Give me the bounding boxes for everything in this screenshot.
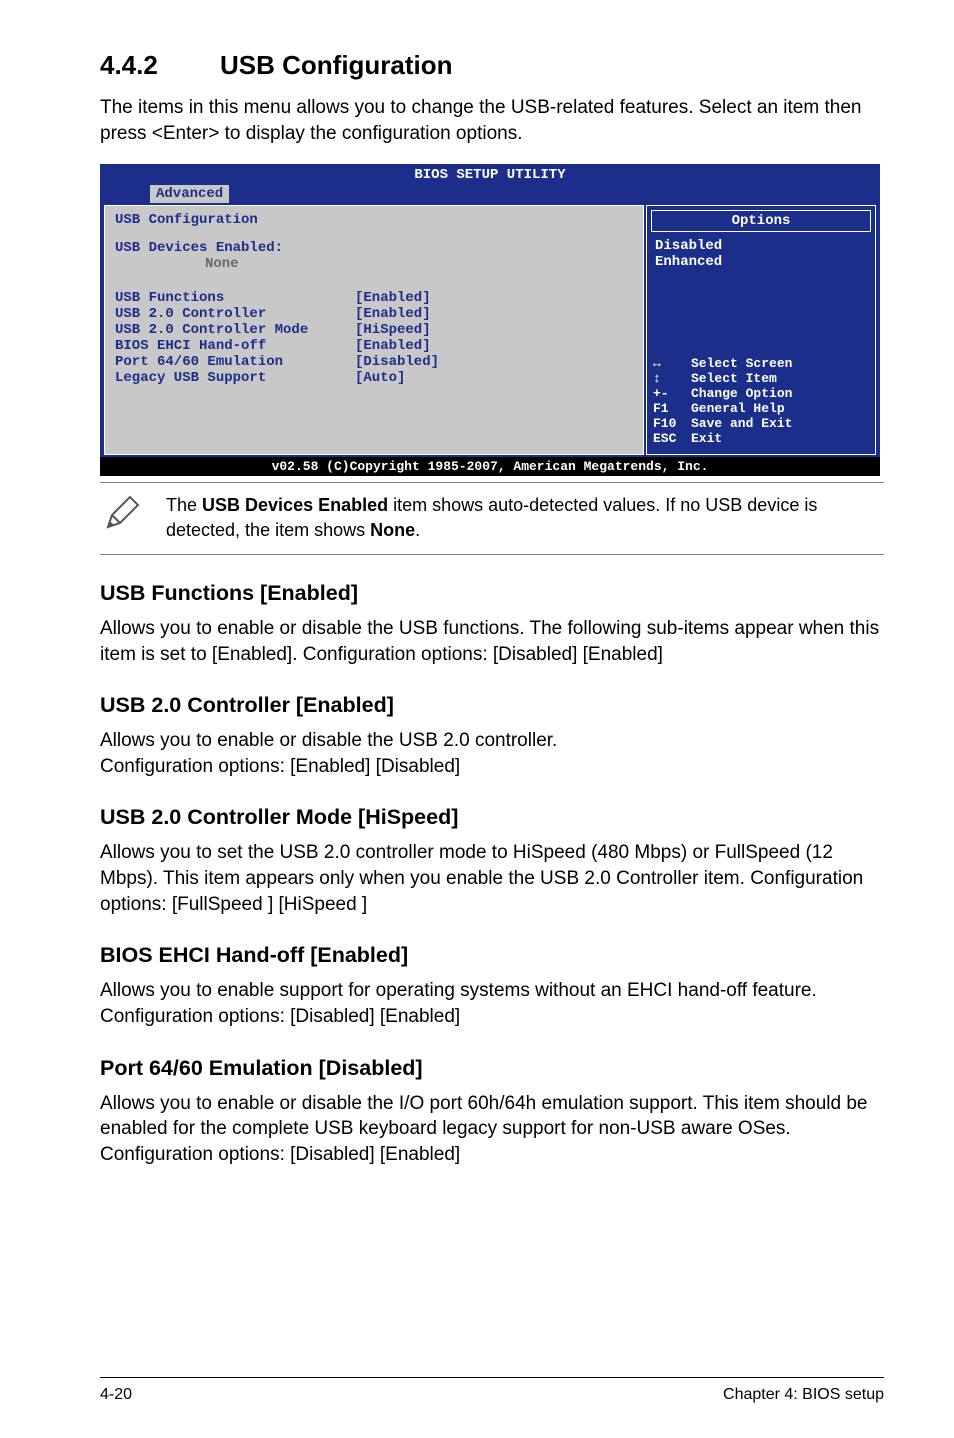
arrow-ud-icon: ↕ (653, 371, 691, 386)
subsection-heading: USB 2.0 Controller [Enabled] (100, 693, 884, 718)
bios-row-label: Port 64/60 Emulation (115, 354, 355, 370)
key-label: F1 (653, 401, 691, 416)
bios-row-label: USB 2.0 Controller Mode (115, 322, 355, 338)
help-text: Save and Exit (691, 416, 792, 431)
note-fragment: . (415, 520, 420, 540)
note-bold: None (370, 520, 415, 540)
subsection-text: Allows you to enable or disable the USB … (100, 728, 884, 779)
bios-options-header: Options (651, 210, 871, 232)
subsection-heading: Port 64/60 Emulation [Disabled] (100, 1056, 884, 1081)
key-label: ESC (653, 431, 691, 446)
page-number: 4-20 (100, 1386, 132, 1404)
bios-row-label: USB 2.0 Controller (115, 306, 355, 322)
bios-title: BIOS SETUP UTILITY (100, 164, 880, 185)
bios-row-value: [Auto] (355, 370, 405, 386)
section-title: USB Configuration (220, 50, 453, 80)
bios-help-keys: ↔Select Screen ↕Select Item +-Change Opt… (647, 356, 875, 454)
bios-panel: BIOS SETUP UTILITY Advanced USB Configur… (100, 164, 880, 476)
subsection-heading: USB Functions [Enabled] (100, 581, 884, 606)
bios-footer: v02.58 (C)Copyright 1985-2007, American … (100, 457, 880, 476)
bios-row-value: [Enabled] (355, 338, 431, 354)
subsection-heading: BIOS EHCI Hand-off [Enabled] (100, 943, 884, 968)
bios-row-value: [HiSpeed] (355, 322, 431, 338)
bios-option[interactable]: Enhanced (655, 254, 867, 270)
bios-row-value: [Disabled] (355, 354, 439, 370)
bios-row-label: USB Functions (115, 290, 355, 306)
note-fragment: The (166, 495, 202, 515)
note-bold: USB Devices Enabled (202, 495, 388, 515)
help-text: Exit (691, 431, 722, 446)
intro-text: The items in this menu allows you to cha… (100, 95, 884, 146)
bios-right-pane: Options Disabled Enhanced ↔Select Screen… (646, 205, 876, 455)
help-text: General Help (691, 401, 785, 416)
help-text: Select Screen (691, 356, 792, 371)
bios-row[interactable]: Port 64/60 Emulation[Disabled] (115, 354, 633, 370)
note-block: The USB Devices Enabled item shows auto-… (100, 482, 884, 555)
bios-left-header: USB Configuration (115, 212, 633, 228)
bios-tab-bar: Advanced (100, 185, 880, 203)
page: 4.4.2USB Configuration The items in this… (0, 0, 954, 1438)
help-text: Select Item (691, 371, 777, 386)
bios-row[interactable]: USB 2.0 Controller[Enabled] (115, 306, 633, 322)
bios-row[interactable]: Legacy USB Support[Auto] (115, 370, 633, 386)
help-text: Change Option (691, 386, 792, 401)
page-footer: 4-20 Chapter 4: BIOS setup (100, 1377, 884, 1404)
bios-row[interactable]: BIOS EHCI Hand-off[Enabled] (115, 338, 633, 354)
pencil-icon (100, 493, 146, 538)
subsection-text: Allows you to enable support for operati… (100, 978, 884, 1029)
chapter-label: Chapter 4: BIOS setup (723, 1386, 884, 1404)
section-heading: 4.4.2USB Configuration (100, 50, 884, 81)
note-text: The USB Devices Enabled item shows auto-… (166, 493, 884, 542)
bios-row-value: [Enabled] (355, 290, 431, 306)
bios-devices-label: USB Devices Enabled: (115, 240, 633, 256)
subsection-heading: USB 2.0 Controller Mode [HiSpeed] (100, 805, 884, 830)
subsection-text: Allows you to enable or disable the USB … (100, 616, 884, 667)
bios-options-list: Disabled Enhanced (647, 236, 875, 274)
bios-left-pane: USB Configuration USB Devices Enabled: N… (104, 205, 644, 455)
section-number: 4.4.2 (100, 50, 220, 81)
bios-row-label: Legacy USB Support (115, 370, 355, 386)
key-label: F10 (653, 416, 691, 431)
subsection-text: Allows you to set the USB 2.0 controller… (100, 840, 884, 917)
bios-row[interactable]: USB Functions[Enabled] (115, 290, 633, 306)
bios-row[interactable]: USB 2.0 Controller Mode[HiSpeed] (115, 322, 633, 338)
arrow-lr-icon: ↔ (653, 356, 691, 371)
bios-tab-advanced[interactable]: Advanced (150, 185, 229, 203)
bios-option[interactable]: Disabled (655, 238, 867, 254)
bios-devices-value: None (115, 256, 633, 272)
bios-row-label: BIOS EHCI Hand-off (115, 338, 355, 354)
key-label: +- (653, 386, 691, 401)
bios-body: USB Configuration USB Devices Enabled: N… (100, 203, 880, 457)
bios-row-value: [Enabled] (355, 306, 431, 322)
subsection-text: Allows you to enable or disable the I/O … (100, 1091, 884, 1168)
